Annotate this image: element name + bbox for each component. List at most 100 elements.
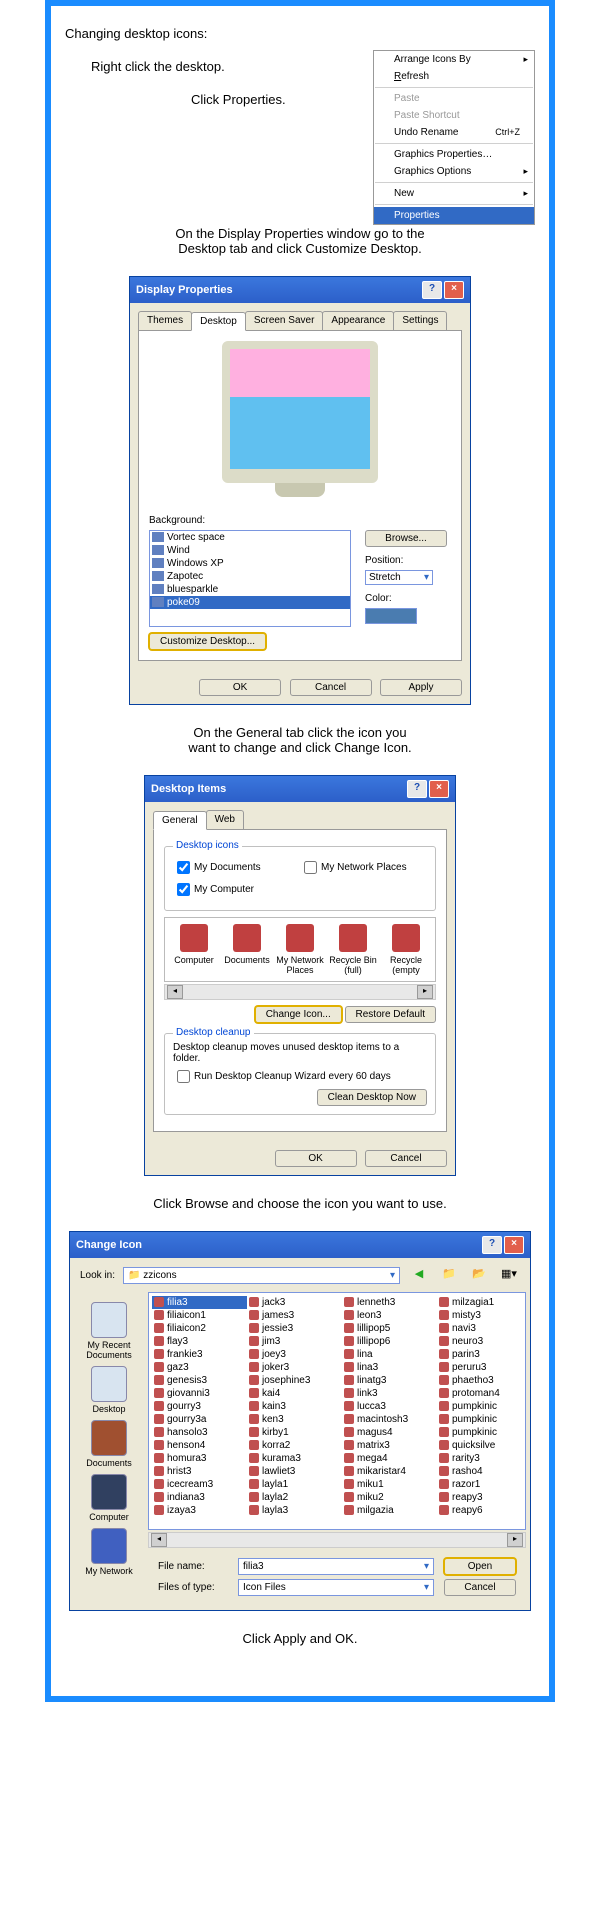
help-button[interactable]: ? <box>422 281 442 299</box>
file-item[interactable]: frankie3 <box>152 1348 247 1361</box>
file-item[interactable]: indiana3 <box>152 1491 247 1504</box>
file-item[interactable]: filia3 <box>152 1296 247 1309</box>
file-item[interactable]: parin3 <box>437 1348 526 1361</box>
help-button[interactable]: ? <box>482 1236 502 1254</box>
look-in-select[interactable]: 📁 zzicons <box>123 1267 400 1284</box>
file-item[interactable]: phaetho3 <box>437 1374 526 1387</box>
file-item[interactable]: lillipop5 <box>342 1322 437 1335</box>
file-item[interactable]: lucca3 <box>342 1400 437 1413</box>
browse-button[interactable]: Browse... <box>365 530 447 547</box>
file-item[interactable]: genesis3 <box>152 1374 247 1387</box>
chk-mydocs[interactable]: My Documents <box>173 858 300 877</box>
file-item[interactable]: ken3 <box>247 1413 342 1426</box>
background-list[interactable]: Vortec space Wind Windows XP Zapotec blu… <box>149 530 351 627</box>
file-item[interactable]: mega4 <box>342 1452 437 1465</box>
file-item[interactable]: kain3 <box>247 1400 342 1413</box>
icon-preview-row[interactable]: Computer Documents My Network Places Rec… <box>164 917 436 982</box>
file-item[interactable]: james3 <box>247 1309 342 1322</box>
file-item[interactable]: macintosh3 <box>342 1413 437 1426</box>
menu-undo[interactable]: Undo RenameCtrl+Z <box>374 124 534 141</box>
apply-button[interactable]: Apply <box>380 679 462 696</box>
file-scrollbar[interactable]: ◂▸ <box>148 1532 526 1548</box>
chk-cleanup[interactable]: Run Desktop Cleanup Wizard every 60 days <box>173 1067 427 1086</box>
tab-settings[interactable]: Settings <box>393 311 447 330</box>
restore-default-button[interactable]: Restore Default <box>345 1006 436 1023</box>
file-item[interactable]: neuro3 <box>437 1335 526 1348</box>
open-button[interactable]: Open <box>444 1558 516 1575</box>
filename-field[interactable]: filia3 <box>238 1558 434 1575</box>
file-item[interactable]: linatg3 <box>342 1374 437 1387</box>
help-button[interactable]: ? <box>407 780 427 798</box>
file-item[interactable]: pumpkinic <box>437 1413 526 1426</box>
tab-screensaver[interactable]: Screen Saver <box>245 311 324 330</box>
file-item[interactable]: milzagia1 <box>437 1296 526 1309</box>
file-item[interactable]: filiaicon1 <box>152 1309 247 1322</box>
file-item[interactable]: homura3 <box>152 1452 247 1465</box>
file-item[interactable]: hrist3 <box>152 1465 247 1478</box>
file-item[interactable]: gourry3 <box>152 1400 247 1413</box>
file-item[interactable]: miku1 <box>342 1478 437 1491</box>
up-icon[interactable]: 📁 <box>438 1264 460 1286</box>
file-item[interactable]: magus4 <box>342 1426 437 1439</box>
side-documents[interactable]: Documents <box>74 1420 144 1468</box>
menu-gprop[interactable]: Graphics Properties… <box>374 146 534 163</box>
file-item[interactable]: kai4 <box>247 1387 342 1400</box>
menu-properties[interactable]: Properties <box>374 207 534 224</box>
file-item[interactable]: lina <box>342 1348 437 1361</box>
file-item[interactable]: rasho4 <box>437 1465 526 1478</box>
menu-new[interactable]: New <box>374 185 534 202</box>
clean-now-button[interactable]: Clean Desktop Now <box>317 1089 427 1106</box>
side-computer[interactable]: Computer <box>74 1474 144 1522</box>
file-item[interactable]: joker3 <box>247 1361 342 1374</box>
tab-general[interactable]: General <box>153 811 207 830</box>
ok-button[interactable]: OK <box>199 679 281 696</box>
file-item[interactable]: layla3 <box>247 1504 342 1517</box>
file-item[interactable]: lina3 <box>342 1361 437 1374</box>
file-item[interactable]: matrix3 <box>342 1439 437 1452</box>
file-item[interactable]: izaya3 <box>152 1504 247 1517</box>
side-desktop[interactable]: Desktop <box>74 1366 144 1414</box>
close-button[interactable]: × <box>504 1236 524 1254</box>
color-picker[interactable] <box>365 608 417 624</box>
close-button[interactable]: × <box>444 281 464 299</box>
menu-refresh[interactable]: RRefreshefresh <box>374 68 534 85</box>
file-list[interactable]: filia3filiaicon1filiaicon2flay3frankie3g… <box>148 1292 526 1530</box>
file-item[interactable]: razor1 <box>437 1478 526 1491</box>
file-item[interactable]: lawliet3 <box>247 1465 342 1478</box>
file-item[interactable]: layla2 <box>247 1491 342 1504</box>
cancel-button[interactable]: Cancel <box>365 1150 447 1167</box>
file-item[interactable]: lillipop6 <box>342 1335 437 1348</box>
newfolder-icon[interactable]: 📂 <box>468 1264 490 1286</box>
icon-scrollbar[interactable]: ◂▸ <box>164 984 436 1000</box>
filetype-field[interactable]: Icon Files <box>238 1579 434 1596</box>
file-item[interactable]: jessie3 <box>247 1322 342 1335</box>
menu-gopt[interactable]: Graphics Options <box>374 163 534 180</box>
side-recent[interactable]: My Recent Documents <box>74 1302 144 1360</box>
file-item[interactable]: lenneth3 <box>342 1296 437 1309</box>
file-item[interactable]: pumpkinic <box>437 1426 526 1439</box>
back-icon[interactable]: ◀ <box>408 1264 430 1286</box>
tab-desktop[interactable]: Desktop <box>191 312 246 331</box>
change-icon-button[interactable]: Change Icon... <box>255 1006 342 1023</box>
ok-button[interactable]: OK <box>275 1150 357 1167</box>
file-item[interactable]: josephine3 <box>247 1374 342 1387</box>
chk-mycomp[interactable]: My Computer <box>173 880 300 899</box>
tab-web[interactable]: Web <box>206 810 244 829</box>
file-item[interactable]: rarity3 <box>437 1452 526 1465</box>
file-item[interactable]: jack3 <box>247 1296 342 1309</box>
menu-arrange[interactable]: Arrange Icons By <box>374 51 534 68</box>
file-item[interactable]: gaz3 <box>152 1361 247 1374</box>
file-item[interactable]: giovanni3 <box>152 1387 247 1400</box>
file-item[interactable]: miku2 <box>342 1491 437 1504</box>
file-item[interactable]: layla1 <box>247 1478 342 1491</box>
view-icon[interactable]: ▦▾ <box>498 1264 520 1286</box>
file-item[interactable]: henson4 <box>152 1439 247 1452</box>
file-item[interactable]: protoman4 <box>437 1387 526 1400</box>
file-item[interactable]: milgazia <box>342 1504 437 1517</box>
file-item[interactable]: link3 <box>342 1387 437 1400</box>
file-item[interactable]: filiaicon2 <box>152 1322 247 1335</box>
side-network[interactable]: My Network <box>74 1528 144 1576</box>
tab-appearance[interactable]: Appearance <box>322 311 394 330</box>
file-item[interactable]: kirby1 <box>247 1426 342 1439</box>
tab-themes[interactable]: Themes <box>138 311 192 330</box>
